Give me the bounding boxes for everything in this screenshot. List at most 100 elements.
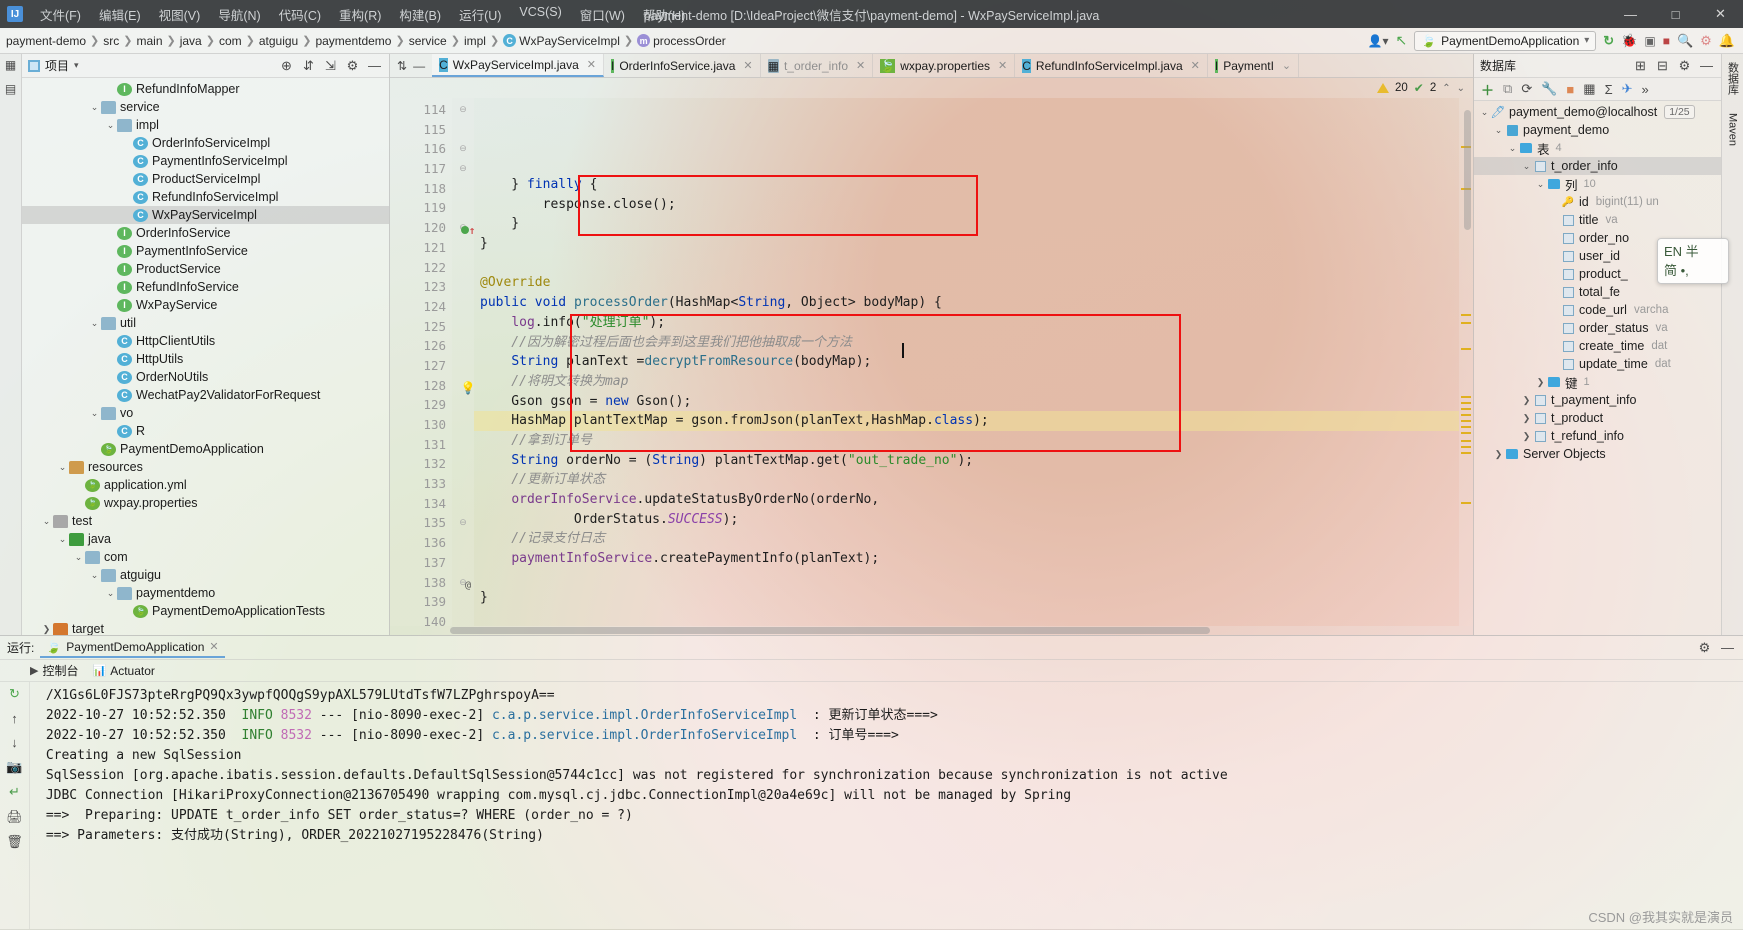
code-line[interactable]: } [474, 214, 1459, 234]
chevron-down-icon[interactable]: ⌄ [1520, 161, 1533, 172]
database-tree-item[interactable]: 🔑 id bigint(11) un [1474, 193, 1721, 211]
db-hide-icon[interactable]: — [1698, 58, 1715, 73]
chevron-right-icon[interactable]: ❯ [1520, 431, 1533, 442]
breadcrumb-item-impl[interactable]: impl [464, 34, 486, 48]
code-line[interactable]: //更新订单状态 [474, 470, 1459, 490]
project-tree-item[interactable]: C WxPayServiceImpl [22, 206, 389, 224]
hide-tabs-icon[interactable]: — [413, 59, 425, 73]
chevron-down-icon[interactable]: ⌄ [1492, 125, 1505, 136]
database-tree-item[interactable]: title va [1474, 211, 1721, 229]
source-code[interactable]: } finally { response.close(); }} @Overri… [474, 98, 1459, 626]
refresh-icon[interactable]: ⟳ [1521, 81, 1532, 97]
database-tree-item[interactable]: ⌄ t_order_info [1474, 157, 1721, 175]
more-icon[interactable]: » [1642, 82, 1649, 97]
close-icon[interactable]: ✕ [209, 640, 218, 653]
user-profile-icon[interactable]: 👤▾ [1368, 34, 1389, 48]
maven-strip-label[interactable]: Maven [1727, 109, 1739, 150]
code-line[interactable]: //记录支付日志 [474, 529, 1459, 549]
project-tree-item[interactable]: I WxPayService [22, 296, 389, 314]
chevron-down-icon[interactable]: ▾ [74, 60, 79, 71]
prev-problem-icon[interactable]: ⌃ [1442, 83, 1450, 94]
clear-all-icon[interactable]: 🗑 [6, 834, 23, 850]
chevron-right-icon[interactable]: ❯ [1520, 395, 1533, 406]
code-line[interactable] [474, 569, 1459, 589]
menu-item-3[interactable]: 导航(N) [209, 2, 269, 27]
next-problem-icon[interactable]: ⌄ [1457, 83, 1465, 94]
fold-marker[interactable] [452, 612, 474, 626]
chevron-down-icon[interactable]: ⌄ [104, 588, 117, 599]
print-icon[interactable]: 🖨 [6, 809, 23, 825]
fold-marker[interactable]: ⊖ [452, 159, 474, 179]
chevron-down-icon[interactable]: ⌄ [56, 534, 69, 545]
code-line[interactable]: String orderNo = (String) plantTextMap.g… [474, 451, 1459, 471]
database-tree-item[interactable]: update_time dat [1474, 355, 1721, 373]
fold-marker[interactable] [452, 120, 474, 140]
project-tree-item[interactable]: ⌄ atguigu [22, 566, 389, 584]
fold-marker[interactable] [452, 198, 474, 218]
project-tree-item[interactable]: C HttpUtils [22, 350, 389, 368]
table-view-icon[interactable]: ▦ [1583, 81, 1595, 97]
fold-marker[interactable] [452, 297, 474, 317]
close-icon[interactable]: ✕ [998, 59, 1007, 72]
menu-item-5[interactable]: 重构(R) [330, 2, 390, 27]
code-line[interactable]: } [474, 588, 1459, 608]
chevron-down-icon[interactable]: ⌄ [40, 516, 53, 527]
close-icon[interactable]: ✕ [743, 59, 752, 72]
horizontal-scrollbar[interactable] [390, 626, 1473, 635]
code-line[interactable]: //拿到订单号 [474, 431, 1459, 451]
fold-marker[interactable] [452, 454, 474, 474]
menu-item-1[interactable]: 编辑(E) [90, 2, 150, 27]
code-line[interactable]: @Override [474, 273, 1459, 293]
database-tree-item[interactable]: ⌄ payment_demo [1474, 121, 1721, 139]
update-project-icon[interactable]: ↖ [1395, 32, 1407, 49]
editor-tab-PaymentI[interactable]: I PaymentI ⌄ [1208, 54, 1300, 77]
project-tree-item[interactable]: CR [22, 422, 389, 440]
fold-marker[interactable] [452, 258, 474, 278]
rerun-icon[interactable]: ↻ [9, 686, 20, 702]
menu-item-6[interactable]: 构建(B) [390, 2, 450, 27]
code-line[interactable]: orderInfoService.updateStatusByOrderNo(o… [474, 490, 1459, 510]
fold-marker[interactable]: ⊖ [452, 139, 474, 159]
breadcrumb-item-paymentdemo[interactable]: paymentdemo [315, 34, 391, 48]
tab-console[interactable]: ▶ 控制台 [30, 662, 78, 679]
code-line[interactable]: Gson gson = new Gson(); [474, 392, 1459, 412]
scroll-down-icon[interactable]: ↓ [11, 735, 18, 750]
project-tree-item[interactable]: C OrderNoUtils [22, 368, 389, 386]
code-line[interactable]: } finally { [474, 175, 1459, 195]
code-line[interactable] [474, 608, 1459, 626]
settings-gear-icon[interactable]: ⚙ [344, 58, 361, 74]
tab-actuator[interactable]: 📊 Actuator [92, 664, 154, 678]
database-tree-item[interactable]: code_url varcha [1474, 301, 1721, 319]
chevron-right-icon[interactable]: ❯ [1520, 413, 1533, 424]
breadcrumb-item-src[interactable]: src [103, 34, 119, 48]
project-tree-item[interactable]: I OrderInfoService [22, 224, 389, 242]
console-output[interactable]: /X1Gs6L0FJS73pteRrgPQ9Qx3ywpfQOQgS9ypAXL… [30, 682, 1743, 929]
breadcrumb-item-processOrder[interactable]: m processOrder [637, 34, 726, 48]
project-tree-item[interactable]: ⌄ com [22, 548, 389, 566]
project-tree-item[interactable]: 🍃 PaymentDemoApplication [22, 440, 389, 458]
menu-item-4[interactable]: 代码(C) [270, 2, 330, 27]
breadcrumb-item-payment-demo[interactable]: payment-demo [6, 34, 86, 48]
project-tree-item[interactable]: C HttpClientUtils [22, 332, 389, 350]
project-tree-item[interactable]: I RefundInfoMapper [22, 80, 389, 98]
coverage-icon[interactable]: ▣ [1644, 34, 1655, 48]
screenshot-icon[interactable]: 📷 [6, 759, 22, 775]
error-stripe-markers[interactable] [1459, 98, 1473, 626]
chevron-down-icon[interactable]: ⌄ [1534, 179, 1547, 190]
project-tree-item[interactable]: 🍃 PaymentDemoApplicationTests [22, 602, 389, 620]
menu-item-0[interactable]: 文件(F) [31, 2, 90, 27]
editor-tab-OrderInfoService.java[interactable]: I OrderInfoService.java ✕ [604, 54, 761, 77]
code-line[interactable]: } [474, 234, 1459, 254]
editor-tab-RefundInfoServiceImpl.java[interactable]: C RefundInfoServiceImpl.java ✕ [1015, 54, 1208, 77]
chevron-down-icon[interactable]: ⌄ [104, 120, 117, 131]
chevron-right-icon[interactable]: ❯ [1534, 377, 1547, 388]
database-tree-item[interactable]: order_status va [1474, 319, 1721, 337]
project-tree-item[interactable]: ⌄ resources [22, 458, 389, 476]
breadcrumb-item-atguigu[interactable]: atguigu [259, 34, 298, 48]
project-tree-item[interactable]: 🍃 wxpay.properties [22, 494, 389, 512]
menu-item-10[interactable]: 帮助(H) [634, 2, 694, 27]
project-tree-item[interactable]: I RefundInfoService [22, 278, 389, 296]
chevron-down-icon[interactable]: ⌄ [1282, 59, 1291, 72]
db-expand-icon[interactable]: ⊞ [1632, 58, 1649, 74]
code-line[interactable]: String planText =decryptFromResource(bod… [474, 352, 1459, 372]
